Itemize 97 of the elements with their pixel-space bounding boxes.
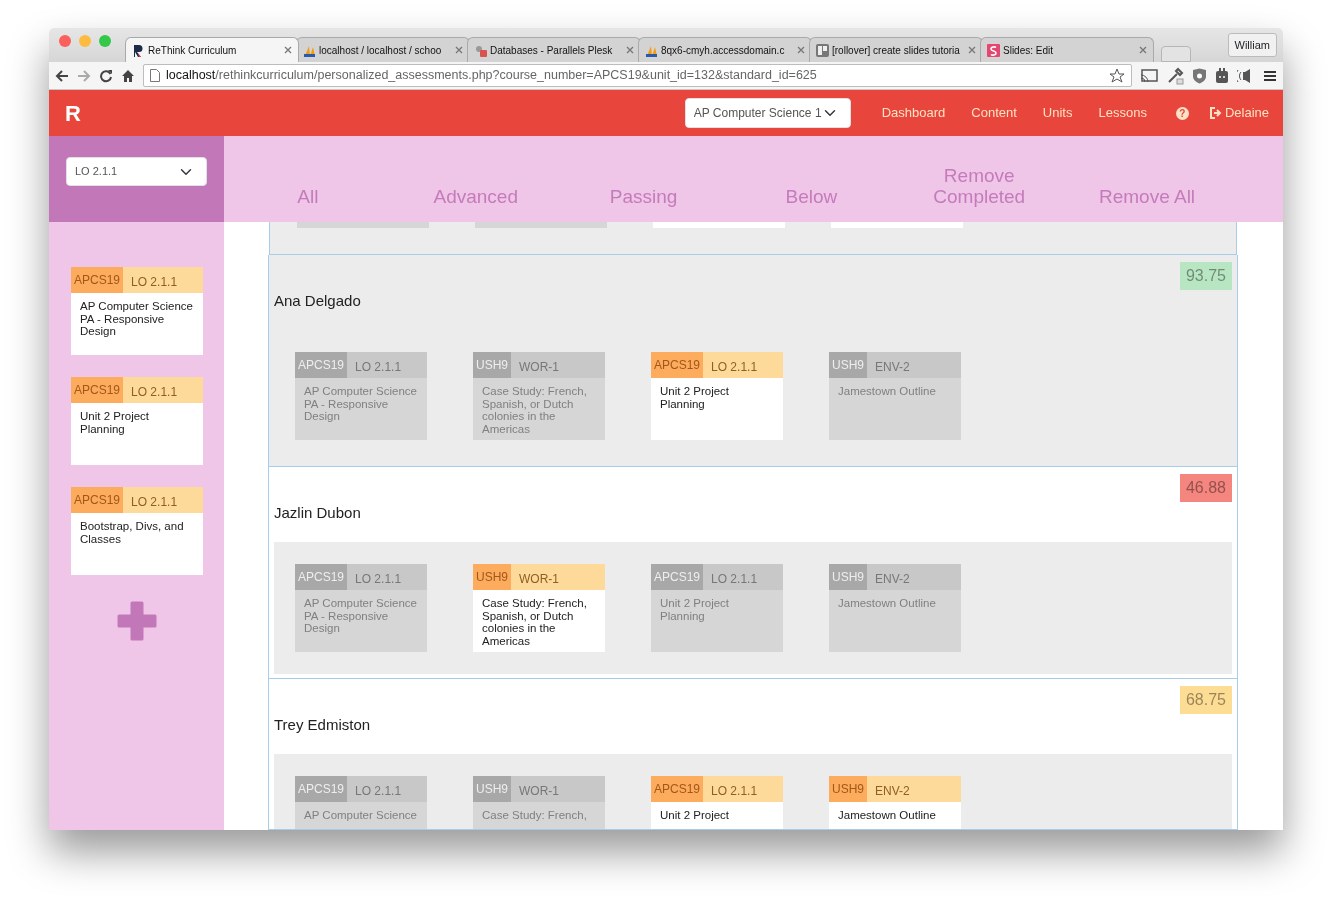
assignment-title[interactable]: Unit 2 Project Planning	[71, 403, 203, 465]
assignment-title[interactable]: Case Study: French, Spanish, or Dutch colonies in the Americas	[473, 590, 605, 652]
forward-icon[interactable]	[77, 68, 91, 83]
page-icon	[150, 69, 160, 82]
course-tag: USH9	[473, 776, 511, 802]
shield-icon[interactable]	[1192, 67, 1207, 84]
nav-link[interactable]: Content	[971, 103, 1017, 123]
assignment-title[interactable]: AP Computer Science PA - Responsive Design	[295, 378, 427, 440]
code-tag: ENV-2	[867, 352, 961, 378]
course-tag: APCS19	[651, 564, 704, 590]
assignment-title[interactable]: Case Study: French,	[473, 802, 605, 829]
student-name: Jazlin Dubon	[274, 503, 361, 523]
code-tag: LO 2.1.1	[703, 352, 783, 378]
home-icon[interactable]	[121, 68, 135, 83]
r-logo-icon	[132, 43, 145, 57]
code-tag: LO 2.1.1	[123, 487, 203, 513]
course-tag: APCS19	[651, 776, 704, 802]
cast-icon[interactable]	[1140, 68, 1158, 83]
filter-link[interactable]: Remove Completed	[895, 166, 1064, 208]
course-tag: USH9	[829, 352, 867, 378]
assignment-title[interactable]: Jamestown Outline	[829, 378, 961, 440]
profile-button[interactable]: William	[1227, 32, 1277, 58]
star-icon[interactable]	[1109, 67, 1125, 84]
objective-select[interactable]: LO 2.1.1	[66, 157, 207, 186]
close-icon[interactable]	[284, 46, 292, 54]
browser-tab[interactable]: 8qx6-cmyh.accessdomain.c	[638, 37, 812, 62]
nav-link[interactable]: Dashboard	[881, 103, 946, 123]
code-tag: LO 2.1.1	[123, 267, 203, 293]
assignment-title[interactable]: Unit 2 Project	[651, 802, 783, 829]
address-bar[interactable]: localhost/rethinkcurriculum/personalized_assessments.php?course_number=APCS19&unit_id=132&standard_id=625	[143, 64, 1132, 87]
assignment-title[interactable]: Jamestown Outline	[829, 802, 961, 829]
url-text: localhost/rethinkcurriculum/personalized_assessments.php?course_number=APCS19&unit_id=132&standard_id=625	[166, 67, 817, 85]
logout-icon	[1208, 107, 1222, 119]
student-name: Ana Delgado	[274, 291, 361, 311]
filter-link[interactable]: Below	[727, 187, 896, 208]
board-icon	[816, 43, 829, 57]
menu-icon[interactable]	[1263, 69, 1277, 82]
course-select[interactable]: AP Computer Science 1	[684, 98, 851, 128]
logout-link[interactable]: Delaine	[1208, 103, 1269, 123]
course-tag: APCS19	[295, 564, 348, 590]
score-badge: 68.75	[1179, 686, 1232, 714]
assignment-title[interactable]: Jamestown Outline	[829, 590, 961, 652]
filter-link[interactable]: All	[224, 187, 392, 208]
code-tag: WOR-1	[511, 776, 605, 802]
nav-link[interactable]: Units	[1042, 103, 1073, 123]
code-tag: WOR-1	[511, 352, 605, 378]
code-tag: ENV-2	[867, 776, 961, 802]
app-logo[interactable]: R	[65, 96, 81, 130]
assignment-title[interactable]: Unit 2 Project Planning	[651, 590, 783, 652]
filter-link[interactable]: Remove All	[1063, 187, 1231, 208]
code-tag: LO 2.1.1	[347, 776, 427, 802]
course-tag: APCS19	[295, 352, 348, 378]
back-icon[interactable]	[55, 68, 69, 83]
filter-link[interactable]: Advanced	[391, 187, 560, 208]
course-tag: USH9	[829, 564, 867, 590]
window-button[interactable]	[59, 35, 71, 47]
close-icon[interactable]	[1139, 46, 1147, 54]
close-icon[interactable]	[455, 46, 463, 54]
browser-tab[interactable]: Databases - Parallels Plesk	[467, 37, 641, 62]
browser-tab[interactable]: Slides: Edit	[980, 37, 1154, 62]
code-tag: LO 2.1.1	[703, 776, 783, 802]
course-tag: USH9	[829, 776, 867, 802]
course-tag: APCS19	[295, 776, 348, 802]
assignment-title[interactable]: Bootstrap, Divs, and Classes	[71, 513, 203, 575]
course-tag: USH9	[473, 352, 511, 378]
student-name: Trey Edmiston	[274, 715, 371, 735]
course-tag: APCS19	[71, 267, 124, 293]
assignment-title[interactable]: AP Computer Science PA - Responsive Design	[71, 293, 203, 355]
assignment-title[interactable]: Unit 2 Project Planning	[651, 378, 783, 440]
filter-link[interactable]: Passing	[559, 187, 728, 208]
browser-tab[interactable]: [rollover] create slides tutoria	[809, 37, 983, 62]
code-tag: LO 2.1.1	[123, 377, 203, 403]
assignment-title[interactable]: Case Study: French, Spanish, or Dutch colonies in the Americas	[473, 378, 605, 440]
plug-icon[interactable]	[1215, 67, 1229, 84]
help-link[interactable]: ?	[1175, 106, 1189, 120]
score-badge: 93.75	[1179, 262, 1232, 290]
code-tag: ENV-2	[867, 564, 961, 590]
browser-tab[interactable]: ReThink Curriculum	[125, 37, 299, 62]
score-badge: 46.88	[1179, 474, 1232, 502]
code-tag: LO 2.1.1	[347, 564, 427, 590]
browser-tab[interactable]: localhost / localhost / schoo	[296, 37, 470, 62]
close-icon[interactable]	[968, 46, 976, 54]
course-tag: APCS19	[651, 352, 704, 378]
reload-icon[interactable]	[99, 68, 113, 83]
code-tag: WOR-1	[511, 564, 605, 590]
course-tag: APCS19	[71, 487, 124, 513]
close-icon[interactable]	[626, 46, 634, 54]
assignment-title[interactable]: AP Computer Science	[295, 802, 427, 829]
code-tag: LO 2.1.1	[347, 352, 427, 378]
add-icon[interactable]	[116, 601, 157, 641]
square-icon	[987, 43, 1000, 57]
code-tag: LO 2.1.1	[703, 564, 783, 590]
course-tag: APCS19	[71, 377, 124, 403]
course-tag: USH9	[473, 564, 511, 590]
assignment-title[interactable]: AP Computer Science PA - Responsive Design	[295, 590, 427, 652]
close-icon[interactable]	[797, 46, 805, 54]
nav-link[interactable]: Lessons	[1098, 103, 1147, 123]
